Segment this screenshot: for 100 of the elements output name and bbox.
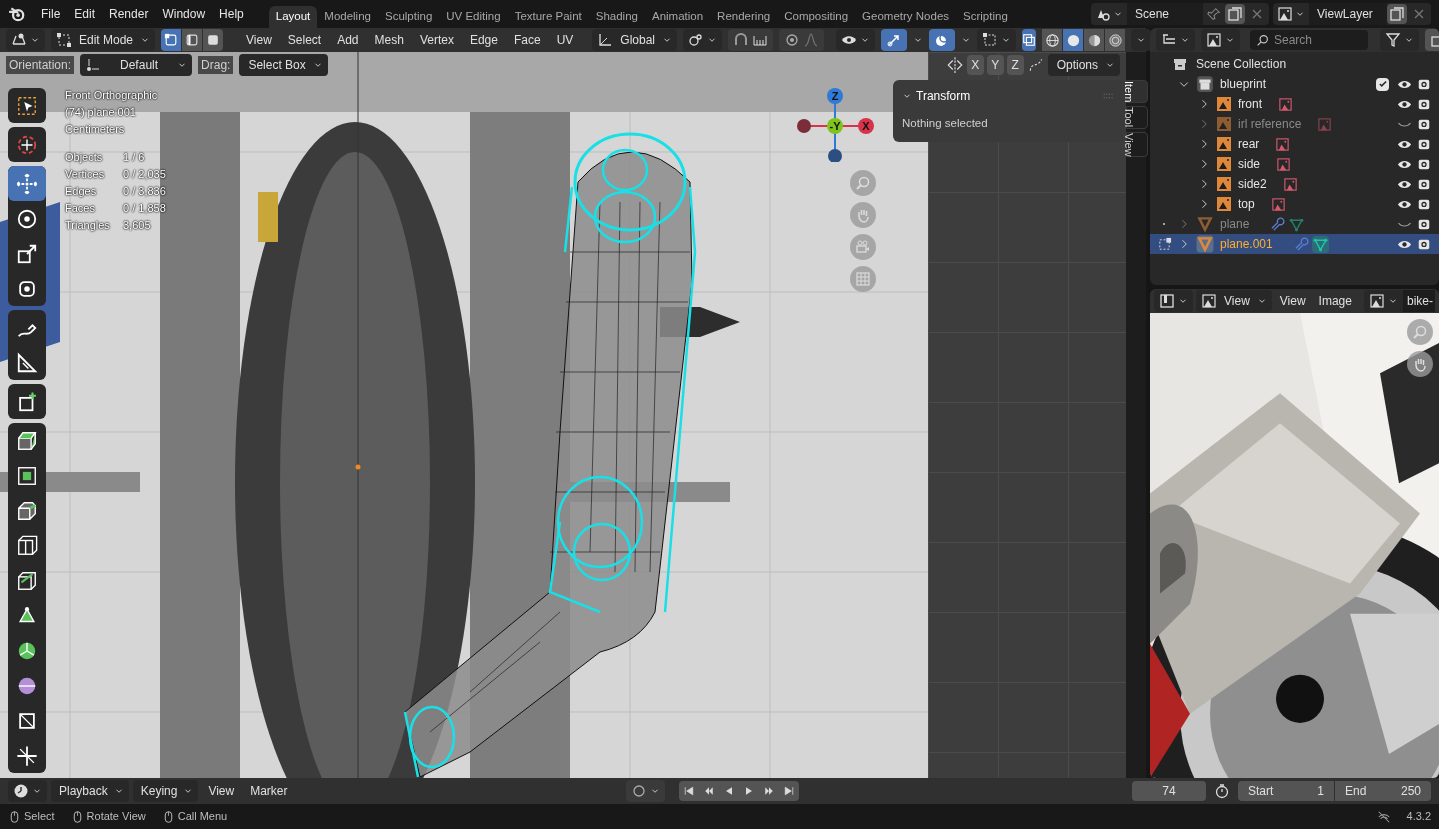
sidebar-tab[interactable]: Tool (1126, 106, 1148, 129)
workspace-tab[interactable]: Rendering (710, 6, 778, 28)
display-mode-button[interactable] (1201, 29, 1240, 51)
gizmo-toggle[interactable] (881, 29, 907, 51)
pivot-dropdown[interactable] (683, 29, 722, 51)
visibility-dropdown[interactable] (836, 29, 875, 51)
edge-select-icon (185, 33, 200, 47)
outliner-row[interactable]: top (1150, 194, 1439, 214)
workspace-tab[interactable]: Compositing (777, 6, 856, 28)
image-name-field[interactable]: bike- (1402, 290, 1435, 312)
menu-item[interactable]: Image (1313, 292, 1357, 310)
workspace-tab[interactable]: Sculpting (377, 6, 440, 28)
outliner-item: side2 (1238, 176, 1267, 193)
closed-eye-icon (1397, 121, 1412, 127)
outliner-item: side (1238, 156, 1260, 173)
menu-item[interactable]: Add (330, 31, 366, 49)
menu-item[interactable]: View (239, 31, 279, 49)
shear-arrows-icon (16, 744, 38, 767)
menu-item[interactable]: Window (155, 5, 213, 23)
inset-cube-icon (16, 464, 38, 487)
outliner-row[interactable]: irl reference (1150, 114, 1439, 134)
shading-button[interactable] (1084, 29, 1104, 51)
menu-item[interactable]: Edit (67, 5, 103, 23)
filter-button[interactable] (1380, 29, 1419, 51)
axes-icon (597, 32, 614, 48)
menu-dropdown[interactable]: Playback (51, 780, 129, 802)
outliner-row[interactable]: plane (1150, 214, 1439, 234)
scene-field[interactable]: Scene (1127, 3, 1203, 25)
menu-item[interactable]: File (34, 5, 68, 23)
workspace-tab[interactable]: Layout (268, 6, 318, 28)
zoom-icon (855, 175, 871, 191)
drag-label: Drag: (198, 56, 234, 74)
shading-button[interactable] (1105, 29, 1125, 51)
menu-item[interactable]: Marker (244, 782, 294, 800)
pin-icon (1207, 7, 1221, 21)
menu-item[interactable]: Render (102, 5, 156, 23)
menu-dropdown[interactable]: Keying (132, 780, 199, 802)
outliner-row[interactable]: side2 (1150, 174, 1439, 194)
workspace-tab[interactable]: Geometry Nodes (855, 6, 957, 28)
workspace-tab[interactable]: Shading (588, 6, 645, 28)
end-frame-field[interactable]: End 250 (1335, 781, 1431, 801)
frame-field[interactable]: 74 (1132, 781, 1206, 801)
overlay-toggle[interactable] (929, 29, 955, 51)
menu-item[interactable]: Select (280, 31, 329, 49)
outliner-row[interactable]: plane.001 (1150, 234, 1439, 254)
outliner-row[interactable]: side (1150, 154, 1439, 174)
menu-item[interactable]: View (1274, 292, 1311, 310)
orientation-dropdown[interactable]: Global (592, 29, 677, 51)
menu-item[interactable]: Face (506, 31, 548, 49)
panel-title: Transform (916, 88, 971, 105)
start-frame-field[interactable]: Start 1 (1238, 781, 1334, 801)
outliner-row[interactable]: front (1150, 94, 1439, 114)
menu-item[interactable]: View (202, 782, 241, 800)
search-field[interactable]: Search (1250, 30, 1368, 50)
select-mode-button[interactable] (161, 29, 182, 51)
menu-item[interactable]: Help (212, 5, 251, 23)
menu-item[interactable]: Edge (462, 31, 505, 49)
sidebar-tab[interactable]: Item (1126, 80, 1148, 104)
outliner-row[interactable]: rear (1150, 134, 1439, 154)
shading-button[interactable] (1063, 29, 1083, 51)
editor-type-button[interactable] (1154, 290, 1193, 312)
snap-button[interactable] (728, 29, 773, 51)
select-mode-button[interactable] (203, 29, 224, 51)
menu-item[interactable]: Vertex (412, 31, 461, 49)
sidebar-tab[interactable]: View (1126, 131, 1148, 158)
workspace-tab[interactable]: Texture Paint (507, 6, 589, 28)
proportional-button[interactable] (779, 29, 824, 51)
mode-dropdown[interactable]: View (1196, 290, 1272, 312)
workspace-tab[interactable]: Animation (644, 6, 711, 28)
workspace-tab[interactable]: Modeling (317, 6, 378, 28)
orientation-dropdown[interactable]: Default (80, 54, 193, 76)
mesh-data-icon (1311, 235, 1329, 253)
face-select-icon (206, 33, 221, 47)
stat-label: Vertices (65, 167, 106, 182)
select-mode-button[interactable] (182, 29, 203, 51)
view-layer-field[interactable]: ViewLayer (1309, 3, 1387, 25)
shading-button[interactable] (1042, 29, 1062, 51)
add-cube-icon (16, 390, 38, 413)
collection-box-icon (1196, 75, 1214, 93)
xray-toggle[interactable] (1022, 29, 1036, 51)
editor-type-button[interactable] (1156, 29, 1195, 51)
keying-button[interactable] (626, 780, 666, 802)
editor-type-button[interactable] (6, 29, 45, 51)
image-object-icon (1216, 176, 1232, 192)
image-data-icon (1270, 196, 1286, 212)
checkbox[interactable] (1376, 77, 1389, 91)
mesh-overlay-dropdown[interactable] (977, 29, 1016, 51)
mode-dropdown[interactable]: Edit Mode (51, 29, 156, 51)
outliner-item: top (1238, 196, 1255, 213)
menu-item[interactable]: Mesh (367, 31, 411, 49)
menu-item[interactable]: UV (549, 31, 581, 49)
extrude-cube-icon (16, 429, 38, 452)
editor-type-button[interactable] (8, 780, 47, 802)
workspace-tab[interactable]: UV Editing (439, 6, 508, 28)
drag-dropdown[interactable]: Select Box (239, 54, 328, 76)
falloff-curve-icon (803, 32, 819, 48)
outliner-row[interactable]: blueprint (1150, 74, 1439, 94)
workspace-tab[interactable]: Scripting (956, 6, 1015, 28)
options-dropdown[interactable]: Options (1047, 54, 1120, 76)
navigation-gizmo[interactable]: Z -Y X (795, 86, 875, 162)
